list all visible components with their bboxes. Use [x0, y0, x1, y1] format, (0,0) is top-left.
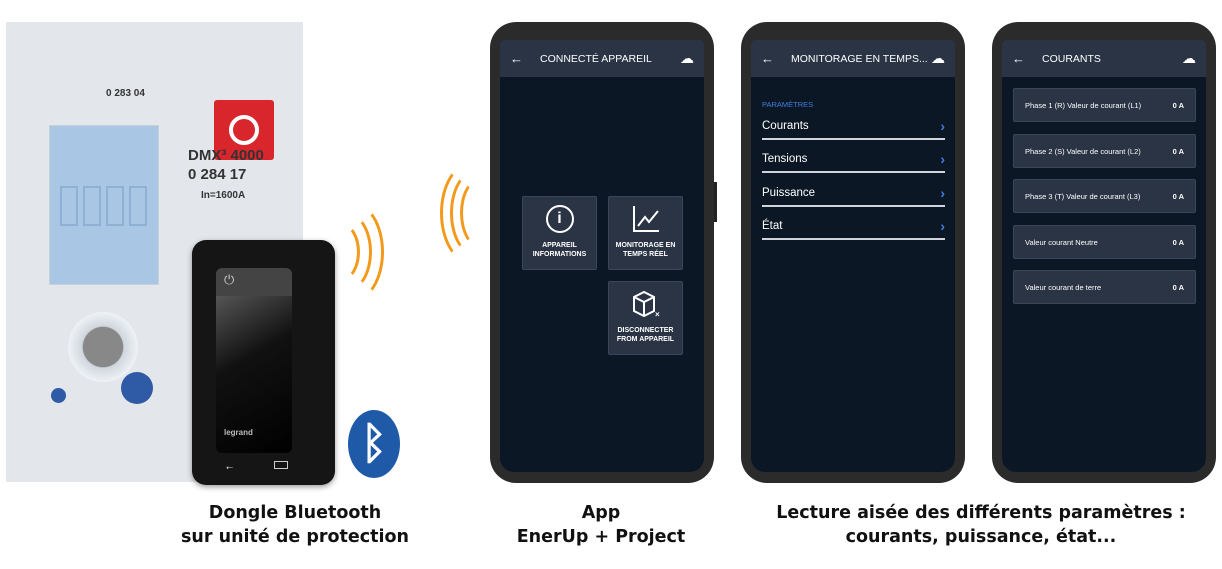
- reading-card: Phase 1 (R) Valeur de courant (L1) 0 A: [1013, 88, 1196, 122]
- dongle-brand: legrand: [224, 428, 253, 437]
- reading-card: Phase 2 (S) Valeur de courant (L2) 0 A: [1013, 134, 1196, 168]
- breaker-button: [51, 388, 66, 403]
- breaker-knob: [68, 312, 138, 382]
- phone-currents: ← COURANTS ☁ Phase 1 (R) Valeur de coura…: [992, 22, 1216, 483]
- reading-value: 0 A: [1172, 100, 1184, 110]
- screen-title: COURANTS: [1042, 52, 1101, 65]
- bluetooth-dongle: ⏻ legrand ⭠: [192, 240, 335, 485]
- screen-title: MONITORAGE EN TEMPS...: [791, 52, 928, 65]
- signal-wave-icon: [322, 202, 384, 302]
- caption-line: App: [581, 503, 621, 523]
- reading-card: Valeur courant de terre 0 A: [1013, 270, 1196, 304]
- reading-card: Phase 3 (T) Valeur de courant (L3) 0 A: [1013, 179, 1196, 213]
- chevron-right-icon: ›: [940, 150, 945, 167]
- item-label: Courants: [762, 119, 809, 132]
- caption-dongle: Dongle Bluetooth sur unité de protection: [160, 501, 430, 549]
- caption-line: courants, puissance, état...: [845, 527, 1117, 547]
- reading-value: 0 A: [1172, 282, 1184, 292]
- reading-value: 0 A: [1172, 191, 1184, 201]
- breaker-connector: [121, 372, 153, 404]
- item-label: Puissance: [762, 186, 816, 199]
- caption-line: Lecture aisée des différents paramètres …: [776, 503, 1186, 523]
- reading-label: Valeur courant Neutre: [1025, 237, 1098, 247]
- app-header: ← MONITORAGE EN TEMPS... ☁: [751, 40, 955, 77]
- reading-label: Valeur courant de terre: [1025, 282, 1102, 292]
- phone-connected-device: ← CONNECTÉ APPAREIL ☁ i APPAREIL INFORMA…: [490, 22, 717, 483]
- cloud-check-icon[interactable]: ☁: [680, 50, 694, 67]
- reading-value: 0 A: [1172, 237, 1184, 247]
- box-disconnect-icon: ×: [632, 290, 660, 319]
- reading-label: Phase 1 (R) Valeur de courant (L1): [1025, 100, 1142, 110]
- breaker-reference: 0 284 17: [188, 166, 247, 183]
- item-label: État: [762, 219, 783, 232]
- app-header: ← COURANTS ☁: [1002, 40, 1206, 77]
- caption-line: sur unité de protection: [181, 527, 409, 547]
- caption-line: Dongle Bluetooth: [208, 503, 382, 523]
- device-info-tile[interactable]: i APPAREIL INFORMATIONS: [522, 196, 597, 270]
- cloud-check-icon[interactable]: ☁: [931, 50, 945, 67]
- app-header: ← CONNECTÉ APPAREIL ☁: [500, 40, 704, 77]
- reading-label: Phase 2 (S) Valeur de courant (L2): [1025, 146, 1141, 156]
- screen-title: CONNECTÉ APPAREIL: [540, 52, 652, 65]
- svg-text:×: ×: [655, 310, 660, 319]
- menu-item-tensions[interactable]: Tensions ›: [762, 146, 945, 173]
- cloud-check-icon[interactable]: ☁: [1182, 50, 1196, 67]
- power-icon: ⏻: [216, 268, 292, 296]
- tile-label: DISCONNECTER FROM APPAREIL: [616, 327, 675, 343]
- arrow-left-icon[interactable]: ←: [761, 51, 791, 66]
- breaker-model: DMX³ 4000: [188, 147, 264, 164]
- phone-monitoring: ← MONITORAGE EN TEMPS... ☁ PARAMÈTRES Co…: [741, 22, 965, 483]
- chevron-right-icon: ›: [940, 217, 945, 234]
- menu-item-etat[interactable]: État ›: [762, 213, 945, 240]
- section-label: PARAMÈTRES: [762, 100, 814, 109]
- chevron-right-icon: ›: [940, 117, 945, 134]
- caption-app: App EnerUp + Project: [481, 501, 721, 549]
- reading-value: 0 A: [1172, 146, 1184, 156]
- battery-icon: [274, 461, 288, 469]
- item-label: Tensions: [762, 152, 808, 165]
- menu-item-puissance[interactable]: Puissance ›: [762, 180, 945, 207]
- tile-label: MONITORAGE EN TEMPS RÉEL: [615, 242, 676, 258]
- breaker-lcd-display: [49, 125, 159, 285]
- tile-label: APPAREIL INFORMATIONS: [532, 242, 587, 258]
- line-chart-icon: [632, 206, 659, 232]
- caption-reading: Lecture aisée des différents paramètres …: [771, 501, 1191, 549]
- realtime-monitoring-tile[interactable]: MONITORAGE EN TEMPS RÉEL: [608, 196, 683, 270]
- bluetooth-icon: ᛒ: [348, 410, 400, 478]
- caption-line: EnerUp + Project: [516, 527, 686, 547]
- reading-label: Phase 3 (T) Valeur de courant (L3): [1025, 191, 1141, 201]
- lcd-reference: 0 283 04: [106, 88, 145, 99]
- disconnect-tile[interactable]: × DISCONNECTER FROM APPAREIL: [608, 281, 683, 355]
- chevron-right-icon: ›: [940, 184, 945, 201]
- reading-card: Valeur courant Neutre 0 A: [1013, 225, 1196, 259]
- breaker-rating: In=1600A: [201, 190, 246, 201]
- usb-icon: ⭠: [226, 462, 234, 472]
- info-icon: i: [545, 205, 574, 233]
- arrow-left-icon[interactable]: ←: [510, 51, 540, 66]
- arrow-left-icon[interactable]: ←: [1012, 51, 1042, 66]
- menu-item-courants[interactable]: Courants ›: [762, 113, 945, 140]
